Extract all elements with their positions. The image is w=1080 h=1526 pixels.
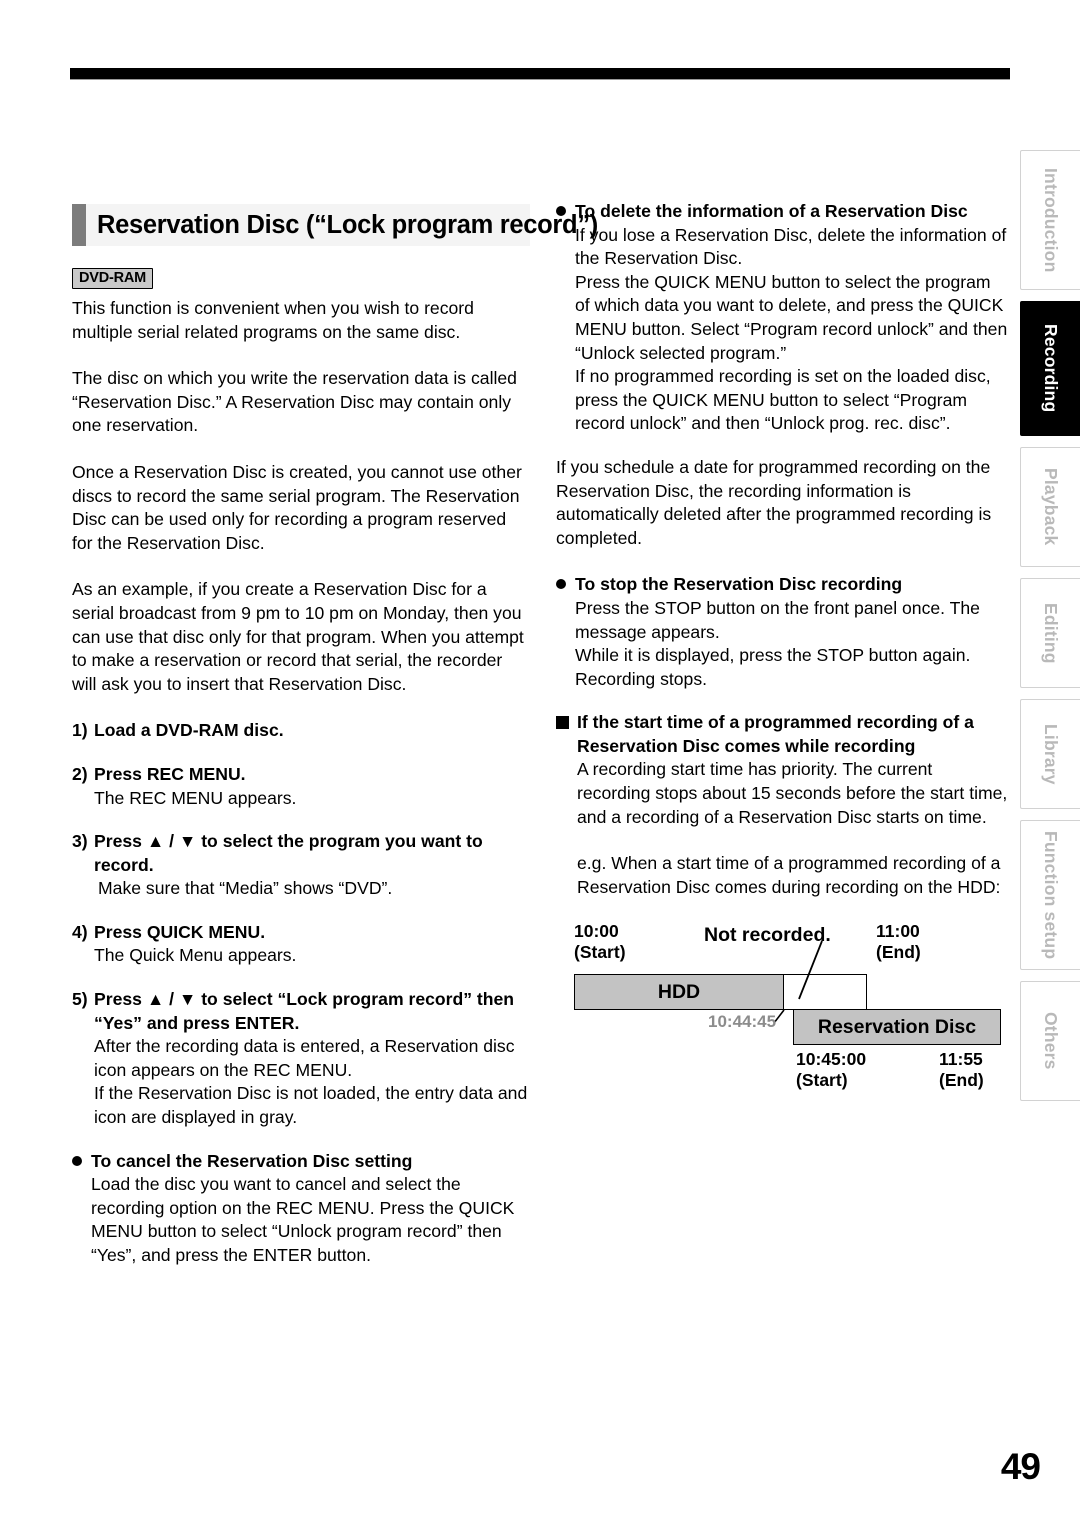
hdd-start-caption: (Start) <box>574 942 626 963</box>
start-time-example: e.g. When a start time of a programmed r… <box>577 853 1001 897</box>
hdd-start-time: 10:00 <box>574 921 619 942</box>
media-badge-dvd-ram: DVD-RAM <box>72 268 154 289</box>
bullet-dot-icon <box>72 1155 82 1166</box>
sidebar-tab-editing[interactable]: Editing <box>1020 578 1080 688</box>
sidebar-tab-playback[interactable]: Playback <box>1020 447 1080 567</box>
sidebar-tab-library-label: Library <box>1041 723 1061 785</box>
hdd-start-time-label: 10:00 (Start) <box>574 921 626 963</box>
not-recorded-gap-bar <box>783 974 867 1011</box>
sidebar-tab-recording-label: Recording <box>1041 324 1061 413</box>
step-2-title: Press REC MENU. <box>94 763 246 784</box>
step-3-number: 3) <box>72 831 88 852</box>
reservation-end-caption: (End) <box>939 1070 984 1091</box>
start-time-body: A recording start time has priority. The… <box>577 759 1008 827</box>
intro-paragraph-4: As an example, if you create a Reservati… <box>72 579 524 694</box>
reservation-start-time-label: 10:45:00 (Start) <box>796 1049 866 1091</box>
step-3-description: Make sure that “Media” shows “DVD”. <box>98 878 393 899</box>
step-2: 2) Press REC MENU. The REC MENU appears. <box>72 763 530 810</box>
intro-paragraph-3: Once a Reservation Disc is created, you … <box>72 461 522 553</box>
step-4-number: 4) <box>72 921 88 942</box>
cancel-reservation-body: Load the disc you want to cancel and sel… <box>91 1174 515 1265</box>
page-number: 49 <box>1000 1446 1041 1487</box>
sidebar-tab-editing-label: Editing <box>1041 602 1061 664</box>
sidebar-tab-others[interactable]: Others <box>1020 981 1080 1101</box>
bullet-square-icon <box>556 716 569 730</box>
sidebar-tab-introduction[interactable]: Introduction <box>1020 150 1080 290</box>
step-1-title: Load a DVD-RAM disc. <box>94 720 284 741</box>
step-2-description: The REC MENU appears. <box>94 787 297 808</box>
hdd-recording-bar: HDD <box>574 974 784 1011</box>
start-time-section: If the start time of a programmed record… <box>556 711 1008 899</box>
step-5: 5) Press ▲ / ▼ to select “Lock program r… <box>72 988 530 1130</box>
page-title: Reservation Disc (“Lock program record”) <box>97 210 598 239</box>
hdd-end-time: 11:00 <box>876 921 920 942</box>
section-title-bar: Reservation Disc (“Lock program record”) <box>72 204 598 246</box>
reservation-end-time: 11:55 <box>939 1049 983 1070</box>
auto-delete-paragraph: If you schedule a date for programmed re… <box>556 456 992 548</box>
sidebar-tab-recording[interactable]: Recording <box>1020 301 1080 436</box>
recording-timeline-diagram: 10:00 (Start) Not recorded. 11:00 (End) … <box>556 919 1008 1094</box>
right-column: To delete the information of a Reservati… <box>556 200 1008 1094</box>
intro-paragraph-2: The disc on which you write the reservat… <box>72 368 517 436</box>
step-4: 4) Press QUICK MENU. The Quick Menu appe… <box>72 921 530 968</box>
hdd-end-caption: (End) <box>876 942 921 963</box>
reservation-start-caption: (Start) <box>796 1070 848 1091</box>
bullet-dot-icon <box>556 579 566 590</box>
stop-recording-body: Press the STOP button on the front panel… <box>575 597 980 689</box>
intro-paragraph-1: This function is convenient when you wis… <box>72 298 474 342</box>
step-1: 1) Load a DVD-RAM disc. <box>72 719 530 743</box>
delete-info-section: To delete the information of a Reservati… <box>556 200 1008 436</box>
step-2-number: 2) <box>72 763 88 784</box>
section-title-block: Reservation Disc (“Lock program record”) <box>72 204 598 246</box>
left-column: Reservation Disc (“Lock program record”)… <box>72 200 598 1288</box>
delete-info-body: If you lose a Reservation Disc, delete t… <box>575 224 1008 434</box>
step-1-number: 1) <box>72 720 88 741</box>
sidebar-tab-function-setup[interactable]: Function setup <box>1020 820 1080 970</box>
stop-recording-heading: To stop the Reservation Disc recording <box>575 574 903 595</box>
step-5-description: After the recording data is entered, a R… <box>94 1036 528 1128</box>
delete-info-heading: To delete the information of a Reservati… <box>575 201 968 221</box>
hdd-end-time-label: 11:00 (End) <box>876 921 921 963</box>
step-3-title: Press ▲ / ▼ to select the program you wa… <box>94 831 483 875</box>
cancel-reservation-heading: To cancel the Reservation Disc setting <box>91 1150 413 1171</box>
sidebar-tab-playback-label: Playback <box>1041 468 1061 546</box>
section-title-marker <box>72 204 86 246</box>
sidebar-tab-others-label: Others <box>1041 1012 1061 1070</box>
reservation-end-time-label: 11:55 (End) <box>939 1049 984 1091</box>
bullet-dot-icon <box>556 206 566 216</box>
reservation-disc-bar: Reservation Disc <box>793 1009 1001 1046</box>
sidebar-tab-library[interactable]: Library <box>1020 699 1080 809</box>
cutoff-time-label: 10:44:45 <box>708 1012 777 1032</box>
sidebar-tab-introduction-label: Introduction <box>1041 167 1061 273</box>
stop-recording-section: To stop the Reservation Disc recording P… <box>556 573 1008 691</box>
page-header-rule <box>70 68 1010 79</box>
cancel-reservation-section: To cancel the Reservation Disc setting L… <box>72 1150 530 1268</box>
side-index-tabs: Introduction Recording Playback Editing … <box>1020 150 1080 1112</box>
not-recorded-note: Not recorded. <box>704 924 831 947</box>
step-3: 3) Press ▲ / ▼ to select the program you… <box>72 830 530 901</box>
reservation-start-time: 10:45:00 <box>796 1049 867 1070</box>
step-5-number: 5) <box>72 989 88 1010</box>
sidebar-tab-function-setup-label: Function setup <box>1041 830 1061 960</box>
step-4-title: Press QUICK MENU. <box>94 921 266 942</box>
step-4-description: The Quick Menu appears. <box>94 945 297 966</box>
start-time-heading: If the start time of a programmed record… <box>577 712 974 756</box>
step-5-title: Press ▲ / ▼ to select “Lock program reco… <box>94 989 515 1033</box>
